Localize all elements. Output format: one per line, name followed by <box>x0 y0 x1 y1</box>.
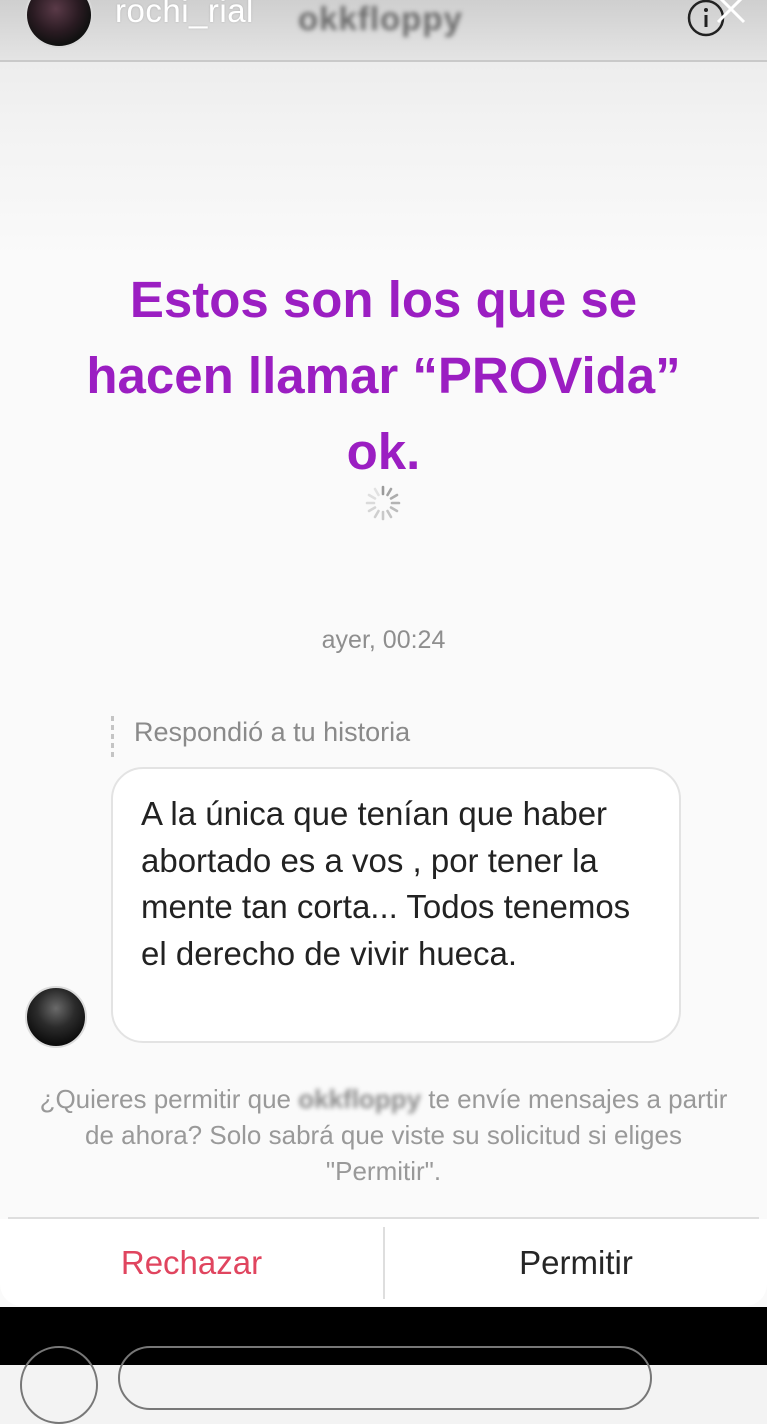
request-blurred-name: okkfloppy <box>298 1084 422 1114</box>
story-header: rochi_rial okkfloppy <box>0 0 767 62</box>
message-request-prompt: ¿Quieres permitir que okkfloppy te envíe… <box>30 1081 737 1189</box>
send-message-input[interactable] <box>118 1346 652 1410</box>
story-line-1: Estos son los que se <box>129 271 638 328</box>
story-text: Estos son los que se hacen llamar “PROVi… <box>40 262 727 490</box>
reply-indicator <box>111 716 115 760</box>
loading-spinner-icon <box>365 485 401 521</box>
message-timestamp: ayer, 00:24 <box>321 626 446 654</box>
sender-avatar[interactable] <box>25 986 87 1048</box>
reply-label: Respondió a tu historia <box>134 717 411 747</box>
request-prefix: ¿Quieres permitir que <box>39 1084 291 1114</box>
story-line-2: hacen llamar “PROVida” <box>86 347 681 404</box>
reject-button[interactable]: Rechazar <box>0 1219 383 1306</box>
button-divider <box>383 1227 385 1299</box>
camera-button[interactable] <box>20 1346 98 1424</box>
blurred-username: okkfloppy <box>298 0 463 37</box>
allow-button[interactable]: Permitir <box>385 1219 767 1306</box>
story-username[interactable]: rochi_rial <box>115 0 254 30</box>
story-line-3: ok. <box>346 423 421 480</box>
message-bubble[interactable]: A la única que tenían que haber abortado… <box>111 767 681 1043</box>
close-icon[interactable] <box>712 0 748 26</box>
profile-avatar[interactable] <box>25 0 93 48</box>
